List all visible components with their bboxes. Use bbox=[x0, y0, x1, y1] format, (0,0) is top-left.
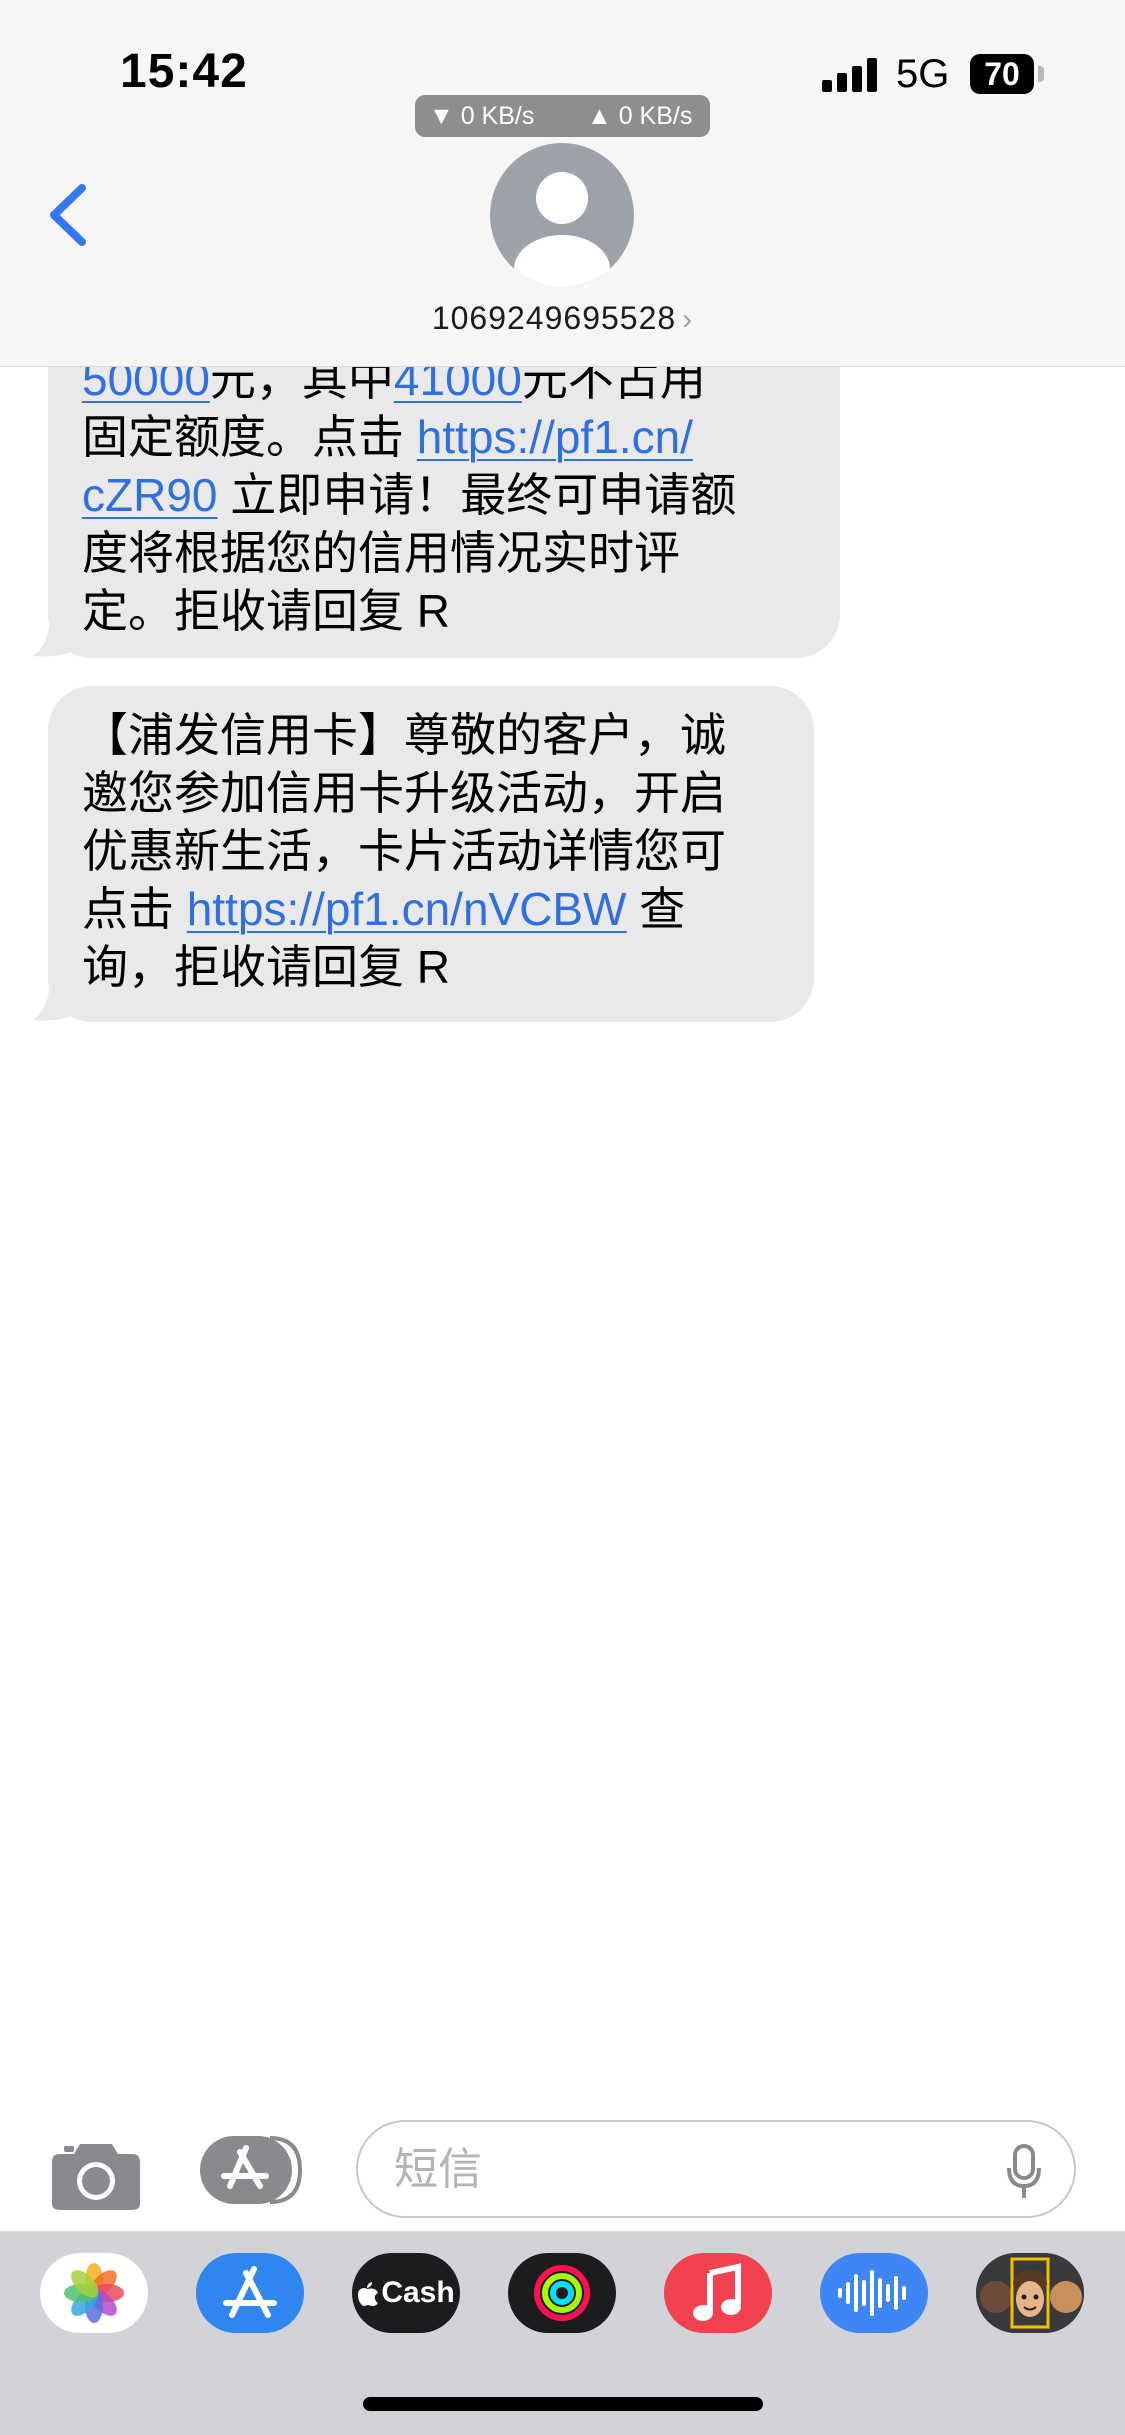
message-text: 50000元，其中41000元不占用 固定额度。点击 https://pf1.cn… bbox=[82, 350, 810, 640]
network-speed-badge: ▼ 0 KB/s ▲ 0 KB/s bbox=[415, 95, 710, 137]
waveform-icon bbox=[838, 2270, 906, 2316]
message-line: 度将根据您的信用情况实时评 bbox=[82, 524, 810, 582]
app-store-icon bbox=[223, 2266, 277, 2318]
contact-name[interactable]: 1069249695528 › bbox=[0, 300, 1125, 337]
bubble-tail bbox=[32, 982, 72, 1021]
cash-label: Cash bbox=[381, 2276, 455, 2309]
bubble-tail bbox=[32, 618, 72, 657]
apple-logo-icon bbox=[358, 2282, 379, 2306]
back-button[interactable] bbox=[44, 180, 94, 250]
message-text-segment: 优惠新生活，卡片活动详情您可 bbox=[82, 825, 726, 877]
message-link[interactable]: https://pf1.cn/nVCBW bbox=[187, 883, 627, 935]
message-text: 【浦发信用卡】尊敬的客户，诚 邀您参加信用卡升级活动，开启 优惠新生活，卡片活动详情… bbox=[82, 706, 784, 996]
message-link[interactable]: https://pf1.cn/ bbox=[417, 411, 693, 463]
music-note-icon bbox=[693, 2263, 741, 2321]
contact-number: 1069249695528 bbox=[431, 300, 677, 336]
apps-button[interactable] bbox=[200, 2134, 306, 2206]
message-text-segment: 立即申请！最终可申请额 bbox=[217, 469, 737, 521]
message-bubble[interactable]: 【浦发信用卡】尊敬的客户，诚 邀您参加信用卡升级活动，开启 优惠新生活，卡片活动详情… bbox=[32, 686, 814, 1022]
message-text-segment: 【浦发信用卡】尊敬的客户，诚 bbox=[82, 709, 726, 761]
network-type: 5G bbox=[896, 52, 950, 96]
conversation-header: 15:42 5G 70 ▼ 0 KB/s ▲ 0 KB/s 1069249695… bbox=[0, 0, 1125, 367]
message-line: 定。拒收请回复 R bbox=[82, 582, 810, 640]
message-line: 邀您参加信用卡升级活动，开启 bbox=[82, 764, 784, 822]
message-line: 【浦发信用卡】尊敬的客户，诚 bbox=[82, 706, 784, 764]
battery-icon: 70 bbox=[970, 54, 1034, 94]
message-text-segment: 度将根据您的信用情况实时评 bbox=[82, 527, 680, 579]
upload-speed: ▲ 0 KB/s bbox=[587, 102, 693, 130]
message-text-segment: 定。拒收请回复 R bbox=[82, 585, 450, 637]
memoji-app-button[interactable] bbox=[976, 2253, 1084, 2333]
contact-avatar[interactable] bbox=[490, 143, 634, 287]
message-line: 询，拒收请回复 R bbox=[82, 938, 784, 996]
chevron-left-icon bbox=[50, 184, 86, 246]
status-time: 15:42 bbox=[120, 45, 248, 98]
app-store-icon bbox=[200, 2136, 303, 2204]
message-line: cZR90 立即申请！最终可申请额 bbox=[82, 466, 810, 524]
message-text-segment: 询，拒收请回复 R bbox=[82, 941, 450, 993]
message-text-segment: 查 bbox=[626, 883, 686, 935]
chevron-right-icon: › bbox=[682, 303, 694, 336]
music-app-button[interactable] bbox=[664, 2253, 772, 2333]
message-input[interactable] bbox=[392, 2136, 956, 2204]
battery-cap bbox=[1038, 66, 1044, 82]
camera-button[interactable] bbox=[50, 2136, 142, 2212]
fitness-app-button[interactable] bbox=[508, 2253, 616, 2333]
voice-memos-app-button[interactable] bbox=[820, 2253, 928, 2333]
message-text-segment: 点击 bbox=[82, 883, 187, 935]
message-text-segment: 固定额度。点击 bbox=[82, 411, 417, 463]
activity-rings-icon bbox=[534, 2265, 590, 2321]
photos-app-button[interactable] bbox=[40, 2253, 148, 2333]
memoji-icon bbox=[976, 2253, 1084, 2333]
microphone-icon[interactable] bbox=[1006, 2144, 1042, 2200]
app-store-app-button[interactable] bbox=[196, 2253, 304, 2333]
message-text-segment: 邀您参加信用卡升级活动，开启 bbox=[82, 767, 726, 819]
signal-strength-icon bbox=[822, 58, 878, 92]
camera-icon bbox=[52, 2144, 140, 2210]
home-indicator[interactable] bbox=[363, 2397, 763, 2411]
photos-icon bbox=[64, 2263, 124, 2323]
message-line: 点击 https://pf1.cn/nVCBW 查 bbox=[82, 880, 784, 938]
message-line: 优惠新生活，卡片活动详情您可 bbox=[82, 822, 784, 880]
download-speed: ▼ 0 KB/s bbox=[429, 102, 535, 130]
apple-cash-app-button[interactable]: Cash bbox=[352, 2253, 460, 2333]
message-line: 固定额度。点击 https://pf1.cn/ bbox=[82, 408, 810, 466]
message-link[interactable]: cZR90 bbox=[82, 469, 217, 521]
message-field[interactable] bbox=[356, 2120, 1076, 2218]
person-icon bbox=[514, 172, 610, 287]
